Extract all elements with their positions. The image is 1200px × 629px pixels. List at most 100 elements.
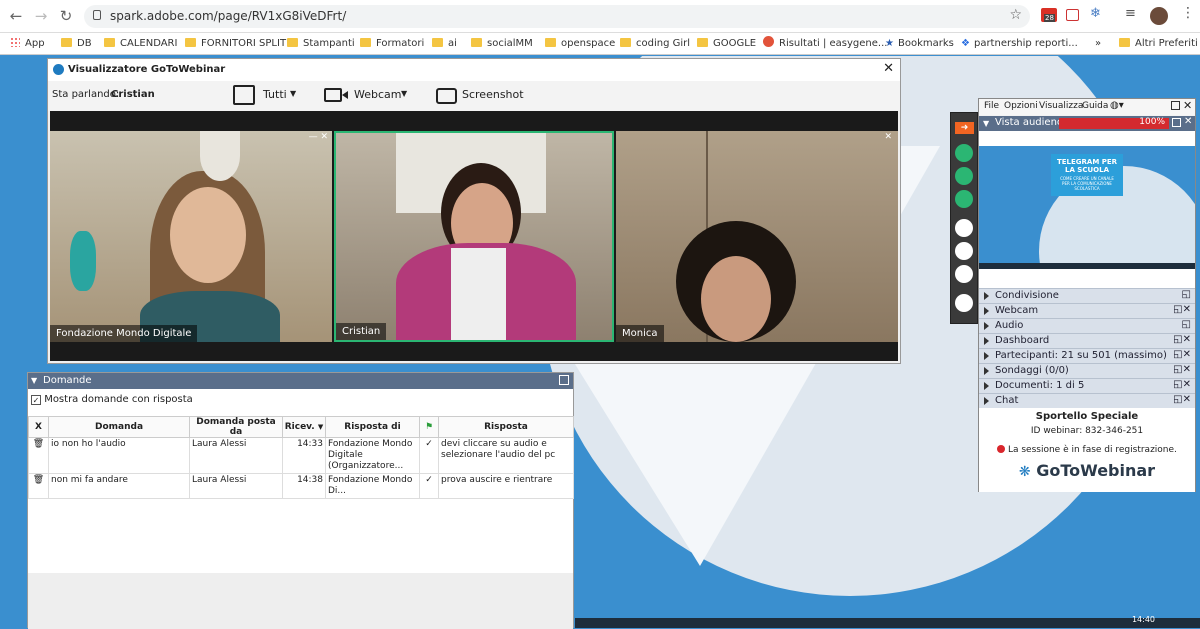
webcam-button[interactable]: Webcam ▼: [324, 84, 434, 108]
section-audio[interactable]: Audio ◱: [979, 318, 1195, 333]
section-webcam[interactable]: Webcam ◱✕: [979, 303, 1195, 318]
close-icon[interactable]: ✕: [1183, 99, 1192, 112]
column-header[interactable]: Ricev. ▼: [282, 416, 326, 438]
star-icon[interactable]: ☆: [1009, 7, 1022, 23]
audience-preview: TELEGRAM PER LA SCUOLA COME CREARE UN CA…: [979, 131, 1195, 289]
popout-icon[interactable]: [1171, 101, 1180, 110]
bookmark[interactable]: Altri Preferiti: [1119, 36, 1198, 52]
cast-ext-icon[interactable]: [1066, 9, 1079, 21]
close-icon[interactable]: ◱✕: [1173, 349, 1191, 360]
questions-header[interactable]: ▼ Domande: [28, 373, 573, 389]
vase: [70, 231, 96, 291]
bookmark[interactable]: DB: [61, 36, 92, 52]
close-icon[interactable]: ✕: [883, 61, 894, 76]
webcam-tile-active[interactable]: Cristian: [334, 131, 614, 342]
popout-icon[interactable]: ◱: [1182, 319, 1191, 330]
webcam-icon: [324, 88, 342, 102]
tutti-button[interactable]: Tutti ▼: [233, 84, 331, 108]
dropbox-icon: ❖: [961, 38, 970, 49]
trash-icon[interactable]: 🗑: [28, 437, 49, 474]
chat-icon[interactable]: [955, 265, 973, 283]
arrow-right-icon[interactable]: ➜: [955, 122, 974, 134]
webinar-info: Sportello Speciale ID webinar: 832-346-2…: [979, 408, 1195, 492]
menu-file[interactable]: File: [984, 101, 999, 111]
bookmarks-bar: App DB CALENDARI FORNITORI SPLIT Stampan…: [0, 33, 1200, 55]
forward-icon[interactable]: →: [31, 6, 51, 26]
bookmark[interactable]: Risultati | easygene...: [763, 36, 887, 52]
microphone-icon[interactable]: [955, 144, 973, 162]
screenshot-button[interactable]: Screenshot: [436, 84, 526, 108]
webcam-tile[interactable]: Fondazione Mondo Digitale — ✕: [50, 131, 332, 342]
table-row[interactable]: 🗑 io non ho l'audio Laura Alessi 14:33 F…: [28, 437, 574, 474]
column-header[interactable]: Risposta di: [325, 416, 420, 438]
flag-column-header[interactable]: ⚑: [419, 416, 439, 438]
close-icon[interactable]: — ✕: [309, 132, 328, 142]
webcam-label: Fondazione Mondo Digitale: [50, 325, 198, 342]
browser-toolbar: ← → ↻ spark.adobe.com/page/RV1xG8iVeDFrt…: [0, 0, 1200, 33]
popout-icon[interactable]: [1172, 118, 1181, 127]
close-icon[interactable]: ✕: [884, 132, 892, 142]
close-icon[interactable]: ◱✕: [1173, 304, 1191, 315]
bookmark[interactable]: ❖ partnership reporti...: [961, 36, 1078, 52]
bookmark[interactable]: FORNITORI SPLIT: [185, 36, 286, 52]
close-icon[interactable]: ◱✕: [1173, 394, 1191, 405]
close-icon[interactable]: ✕: [1184, 116, 1192, 127]
section-chat[interactable]: Chat ◱✕: [979, 393, 1195, 408]
menu-guida[interactable]: Guida: [1082, 101, 1108, 111]
bookmark[interactable]: GOOGLE: [697, 36, 756, 52]
flag-icon: ⚑: [424, 422, 434, 432]
bookmark-apps[interactable]: App: [10, 36, 45, 52]
audience-view-header[interactable]: ▼ Vista audience 100% ✕: [979, 116, 1195, 131]
hand-icon[interactable]: [955, 242, 973, 260]
bookmark[interactable]: socialMM: [471, 36, 533, 52]
close-icon[interactable]: ◱✕: [1173, 334, 1191, 345]
pause-icon[interactable]: [955, 219, 973, 237]
pen-icon[interactable]: [955, 294, 973, 312]
menu-visualizza[interactable]: Visualizza: [1039, 101, 1083, 111]
back-icon[interactable]: ←: [6, 6, 26, 26]
answer-compose-area[interactable]: [28, 573, 573, 629]
close-icon[interactable]: ◱✕: [1173, 379, 1191, 390]
section-partecipanti[interactable]: Partecipanti: 21 su 501 (massimo) ◱✕: [979, 348, 1195, 363]
reading-list-icon[interactable]: ≡: [1125, 6, 1136, 21]
column-header[interactable]: Domanda: [48, 416, 190, 438]
reload-icon[interactable]: ↻: [56, 6, 76, 26]
webinar-viewer-window: Visualizzatore GoToWebinar ✕ Sta parland…: [47, 58, 901, 364]
menu-opzioni[interactable]: Opzioni: [1004, 101, 1038, 111]
avatar[interactable]: [1150, 7, 1168, 25]
section-condivisione[interactable]: Condivisione ◱: [979, 288, 1195, 303]
bookmark[interactable]: CALENDARI: [104, 36, 177, 52]
screen-share-icon[interactable]: [955, 190, 973, 208]
snowflake-ext-icon[interactable]: ❄: [1090, 6, 1101, 21]
section-documenti[interactable]: Documenti: 1 di 5 ◱✕: [979, 378, 1195, 393]
folder-icon: [185, 38, 196, 47]
table-row[interactable]: 🗑 non mi fa andare Laura Alessi 14:38 Fo…: [28, 473, 574, 499]
section-dashboard[interactable]: Dashboard ◱✕: [979, 333, 1195, 348]
webcam-tile[interactable]: Monica ✕: [616, 131, 898, 342]
popout-icon[interactable]: [559, 375, 569, 385]
speaking-label: Sta parlando:: [52, 89, 120, 100]
logo-icon: ❋: [1018, 464, 1031, 480]
bookmark[interactable]: openspace: [545, 36, 615, 52]
bookmark[interactable]: Stampanti: [287, 36, 355, 52]
column-header[interactable]: Risposta: [438, 416, 574, 438]
webcam-label: Monica: [616, 325, 664, 342]
bookmark[interactable]: ★ Bookmarks: [885, 36, 954, 52]
triangle-right-icon: [984, 367, 989, 375]
show-answered-checkbox[interactable]: ✓ Mostra domande con risposta: [31, 394, 193, 405]
menu-icon[interactable]: ⋮: [1181, 5, 1195, 21]
webcam-icon[interactable]: [955, 167, 973, 185]
popout-icon[interactable]: ◱: [1182, 289, 1191, 300]
calendar-ext-icon[interactable]: 28: [1041, 8, 1057, 22]
address-bar[interactable]: spark.adobe.com/page/RV1xG8iVeDFrt/ ☆: [84, 5, 1030, 28]
bookmarks-overflow[interactable]: »: [1095, 36, 1101, 52]
bookmark[interactable]: coding Girl: [620, 36, 690, 52]
trash-icon[interactable]: 🗑: [28, 473, 49, 499]
column-header[interactable]: X: [28, 416, 49, 438]
bookmark[interactable]: Formatori: [360, 36, 424, 52]
column-header[interactable]: Domanda posta da: [189, 416, 283, 438]
globe-icon[interactable]: ◍▾: [1110, 100, 1124, 111]
section-sondaggi[interactable]: Sondaggi (0/0) ◱✕: [979, 363, 1195, 378]
close-icon[interactable]: ◱✕: [1173, 364, 1191, 375]
bookmark[interactable]: ai: [432, 36, 457, 52]
